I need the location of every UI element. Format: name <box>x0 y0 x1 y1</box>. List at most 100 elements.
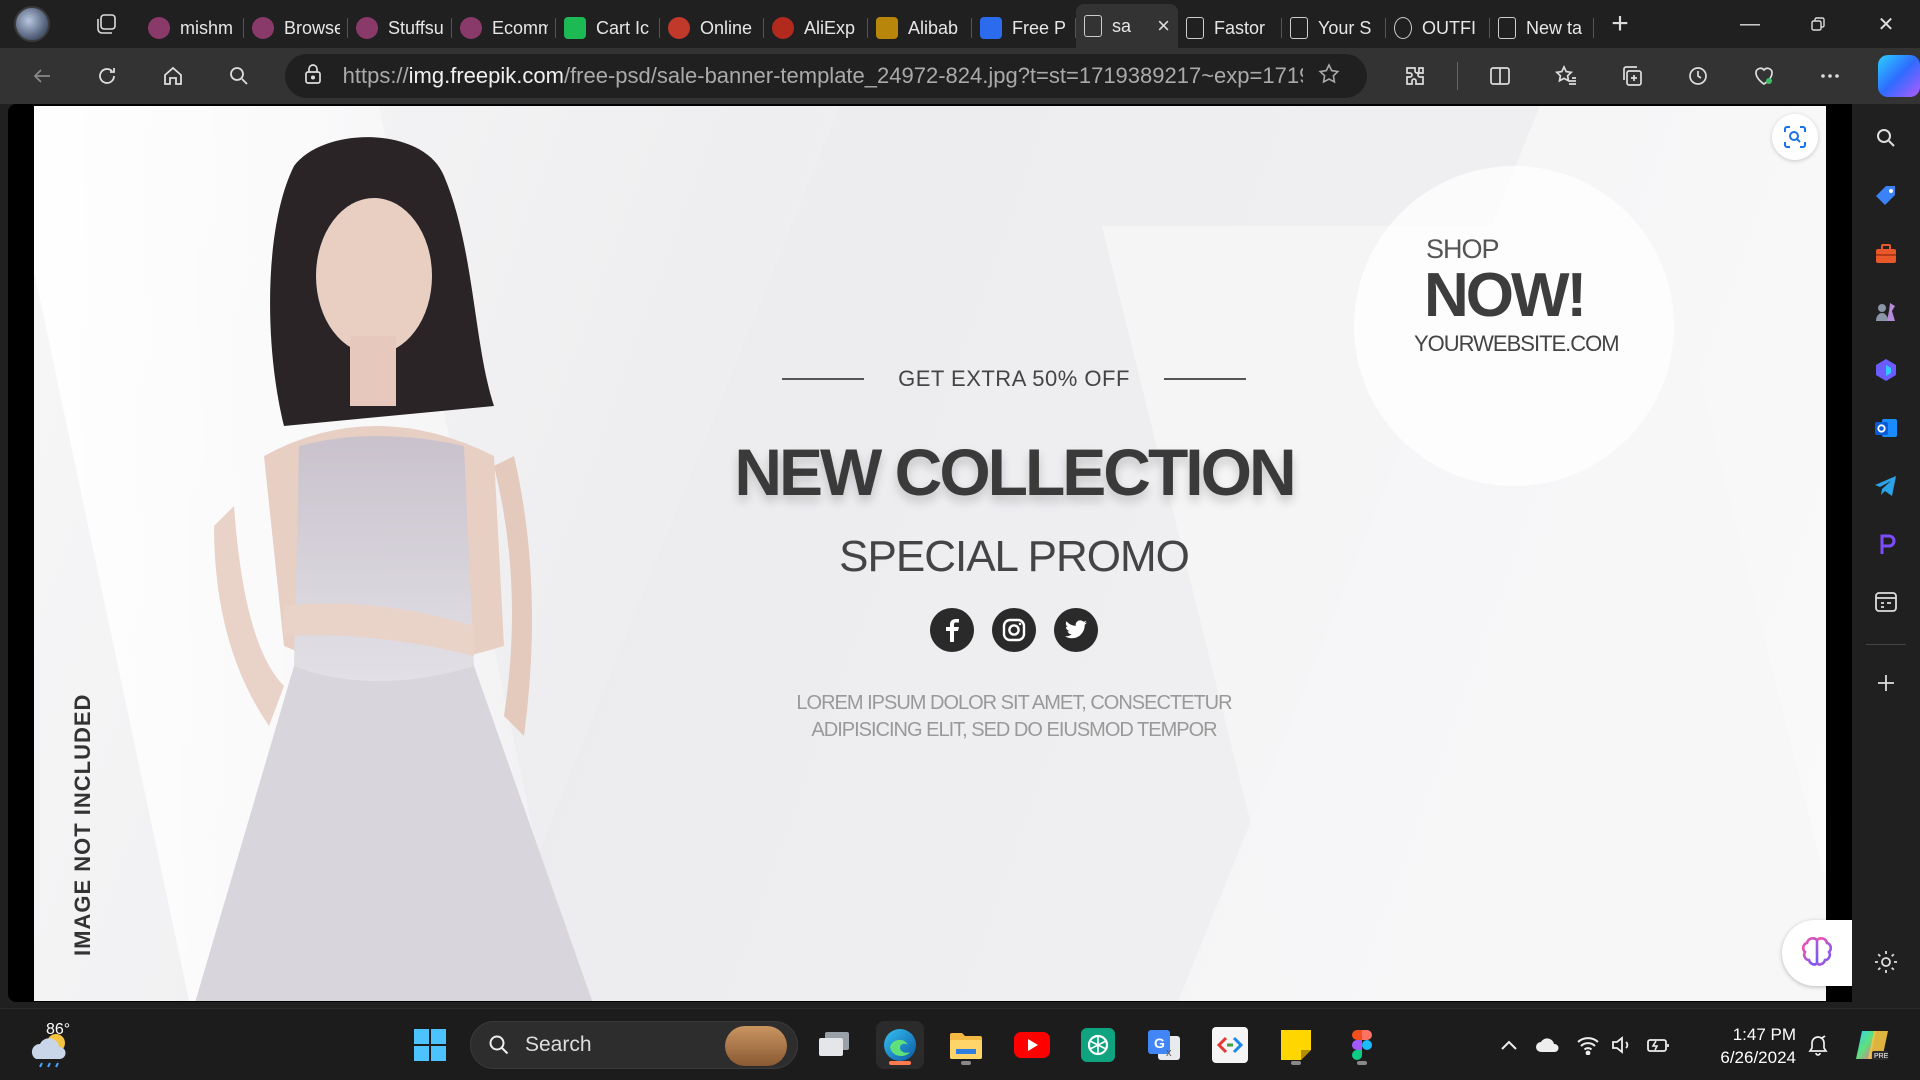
restore-button[interactable] <box>1784 0 1852 48</box>
google-translate-icon[interactable]: Gx <box>1140 1021 1188 1069</box>
home-button[interactable] <box>149 52 197 100</box>
cart-icon <box>1290 17 1308 39</box>
browser-tab[interactable]: Browse <box>244 8 348 48</box>
battery-charging-icon[interactable] <box>1640 1035 1676 1055</box>
chatgpt-icon[interactable] <box>1074 1021 1122 1069</box>
search-icon <box>489 1035 509 1055</box>
profile-avatar[interactable] <box>14 6 50 42</box>
browser-tab[interactable]: Stuffsu <box>348 8 452 48</box>
collections-icon[interactable] <box>1608 52 1656 100</box>
browser-tab[interactable]: Online <box>660 8 764 48</box>
favorite-star-icon[interactable] <box>1317 62 1341 91</box>
extensions-icon[interactable] <box>1391 52 1439 100</box>
copilot-icon[interactable] <box>1877 55 1920 97</box>
offer-line: GET EXTRA 50% OFF <box>694 366 1334 392</box>
visual-search-button[interactable] <box>1772 114 1818 160</box>
browser-tab[interactable]: AliExp <box>764 8 868 48</box>
browser-tab[interactable]: Cart Ic <box>556 8 660 48</box>
youtube-icon[interactable] <box>1008 1021 1056 1069</box>
sticky-notes-icon[interactable] <box>1272 1021 1320 1069</box>
browser-tab[interactable]: sa × <box>1076 4 1178 48</box>
sale-banner-image: IMAGE NOT INCLUDED GET EXTRA 50% OFF NEW… <box>34 106 1826 1001</box>
page-icon <box>1186 17 1204 39</box>
dribbble-icon <box>356 17 378 39</box>
copilot-taskbar-icon[interactable]: PRE <box>1848 1021 1896 1069</box>
web-capture-icon[interactable] <box>1866 582 1906 622</box>
url-text[interactable]: https://img.freepik.com/free-psd/sale-ba… <box>343 63 1303 89</box>
image-not-included-label: IMAGE NOT INCLUDED <box>70 693 95 956</box>
minimize-button[interactable]: — <box>1716 0 1784 48</box>
browser-tab[interactable]: Free P <box>972 8 1076 48</box>
temperature-label: 86° <box>46 1021 71 1038</box>
navigation-toolbar: https://img.freepik.com/free-psd/sale-ba… <box>0 48 1920 104</box>
refresh-button[interactable] <box>84 52 132 100</box>
split-screen-icon[interactable] <box>1476 52 1524 100</box>
tab-title: Cart Ic <box>596 17 650 38</box>
offer-rule-right <box>1163 378 1246 380</box>
telegram-icon[interactable] <box>1866 466 1906 506</box>
tab-title: Alibab <box>908 17 959 38</box>
system-tray <box>1494 1021 1676 1069</box>
tab-title: OUTFI <box>1422 17 1476 38</box>
browser-tab[interactable]: New ta <box>1490 8 1594 48</box>
favorites-icon[interactable] <box>1542 52 1590 100</box>
browser-tab[interactable]: mishm <box>140 8 244 48</box>
shopping-tag-icon[interactable] <box>1866 176 1906 216</box>
tools-icon[interactable] <box>1866 234 1906 274</box>
code-editor-icon[interactable] <box>1206 1021 1254 1069</box>
browser-essentials-icon[interactable] <box>1740 52 1788 100</box>
tab-title: Your S <box>1318 17 1372 38</box>
perplexity-icon[interactable] <box>1866 524 1906 564</box>
tab-actions-icon[interactable] <box>92 10 120 38</box>
taskbar-search-box[interactable]: Search <box>470 1021 798 1069</box>
figma-icon[interactable] <box>1338 1021 1386 1069</box>
close-window-button[interactable]: ✕ <box>1852 0 1920 48</box>
running-indicator <box>961 1061 971 1065</box>
more-menu-icon[interactable] <box>1806 52 1854 100</box>
page-icon <box>1084 15 1102 37</box>
wifi-icon[interactable] <box>1572 1035 1604 1055</box>
browser-tab[interactable]: Fastor <box>1178 8 1282 48</box>
ai-assistant-button[interactable] <box>1782 920 1852 986</box>
clock[interactable]: 1:47 PM 6/26/2024 <box>1700 1023 1796 1069</box>
microsoft-365-icon[interactable] <box>1866 350 1906 390</box>
show-hidden-icons-chevron-icon[interactable] <box>1494 1039 1524 1051</box>
add-sidebar-app-icon[interactable] <box>1866 663 1906 703</box>
lock-icon[interactable] <box>303 63 323 90</box>
outlook-icon[interactable] <box>1866 408 1906 448</box>
browser-tab[interactable]: Ecomm <box>452 8 556 48</box>
fire-icon <box>668 17 690 39</box>
tab-title: Stuffsu <box>388 17 444 38</box>
browser-tab[interactable]: Alibab <box>868 8 972 48</box>
file-explorer-icon[interactable] <box>942 1021 990 1069</box>
close-tab-icon[interactable]: × <box>1157 13 1170 39</box>
svg-text:x: x <box>1166 1047 1172 1059</box>
tab-title: AliExp <box>804 17 856 38</box>
offer-text: GET EXTRA 50% OFF <box>898 366 1130 391</box>
browser-tab[interactable]: Your S <box>1282 8 1386 48</box>
onedrive-icon[interactable] <box>1524 1036 1572 1054</box>
sidebar-search-icon[interactable] <box>1866 118 1906 158</box>
newtab-icon <box>1498 17 1516 39</box>
dribbble-icon <box>148 17 170 39</box>
volume-icon[interactable] <box>1604 1035 1640 1055</box>
sidebar-divider <box>1866 644 1906 645</box>
games-icon[interactable] <box>1866 292 1906 332</box>
tab-title: Free P <box>1012 17 1067 38</box>
subheadline: SPECIAL PROMO <box>839 532 1190 581</box>
browser-tab[interactable]: OUTFI <box>1386 8 1490 48</box>
address-bar[interactable]: https://img.freepik.com/free-psd/sale-ba… <box>284 54 1367 98</box>
dribbble-icon <box>252 17 274 39</box>
history-icon[interactable] <box>1674 52 1722 100</box>
sidebar-settings-icon[interactable] <box>1866 942 1906 982</box>
tab-title: Ecomm <box>492 17 548 38</box>
edge-taskbar-icon[interactable] <box>876 1021 924 1069</box>
notifications-icon[interactable] <box>1794 1021 1842 1069</box>
start-button[interactable] <box>406 1021 454 1069</box>
back-button[interactable] <box>18 52 66 100</box>
tab-list: mishm Browse Stuffsu Ecomm Cart Ic Online AliE… <box>140 0 1594 48</box>
task-view-icon[interactable] <box>810 1021 858 1069</box>
dribbble-icon <box>460 17 482 39</box>
search-button[interactable] <box>215 52 263 100</box>
new-tab-button[interactable]: + <box>1600 4 1640 44</box>
